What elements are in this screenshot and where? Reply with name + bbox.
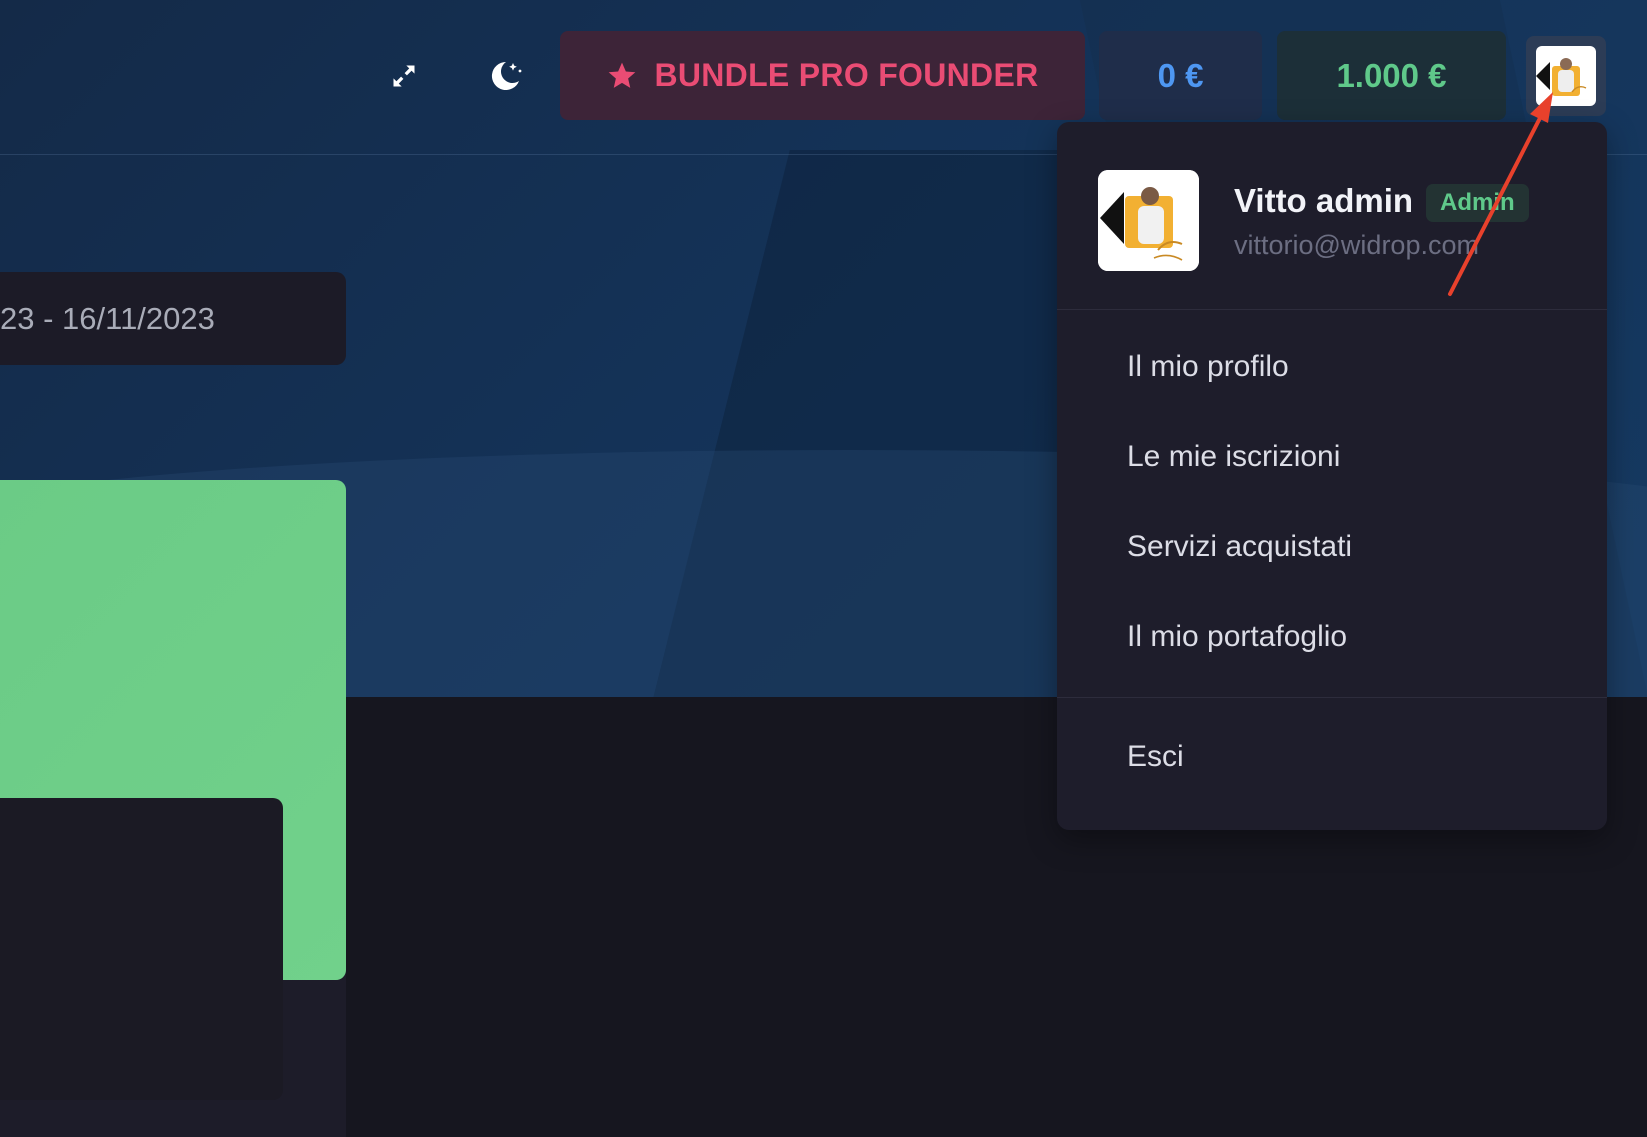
menu-divider: [1057, 697, 1607, 698]
menu-item-profile[interactable]: Il mio profilo: [1127, 350, 1289, 384]
credit-balance-button[interactable]: 1.000 €: [1277, 31, 1506, 120]
moon-stars-icon: [491, 61, 522, 90]
menu-item-logout[interactable]: Esci: [1127, 740, 1184, 774]
theme-toggle-button[interactable]: [477, 48, 533, 104]
avatar: [1536, 46, 1596, 106]
user-menu-dropdown: Vitto admin Admin vittorio@widrop.com Il…: [1057, 122, 1607, 830]
wallet-balance: 0 €: [1157, 56, 1204, 94]
wallet-balance-button[interactable]: 0 €: [1099, 31, 1262, 120]
star-icon: [609, 62, 636, 88]
avatar-image: [1098, 170, 1199, 271]
bundle-pro-founder-button[interactable]: BUNDLE PRO FOUNDER: [560, 31, 1085, 120]
avatar: [1098, 170, 1199, 271]
date-range-text: 23 - 16/11/2023: [0, 300, 215, 336]
expand-arrows-icon: [393, 65, 415, 87]
user-avatar-button[interactable]: [1526, 36, 1606, 116]
user-menu-header: Vitto admin Admin vittorio@widrop.com: [1057, 122, 1607, 310]
date-range-filter[interactable]: 23 - 16/11/2023: [0, 272, 346, 365]
credit-balance: 1.000 €: [1336, 56, 1447, 94]
menu-item-purchased-services[interactable]: Servizi acquistati: [1127, 530, 1352, 564]
menu-item-subscriptions[interactable]: Le mie iscrizioni: [1127, 440, 1340, 474]
content-card: [0, 798, 283, 1100]
fullscreen-button[interactable]: [376, 48, 432, 104]
bundle-label: BUNDLE PRO FOUNDER: [654, 57, 1039, 93]
role-badge: Admin: [1426, 184, 1529, 222]
menu-item-wallet[interactable]: Il mio portafoglio: [1127, 620, 1347, 654]
user-name: Vitto admin: [1234, 182, 1414, 219]
user-email: vittorio@widrop.com: [1234, 230, 1479, 260]
